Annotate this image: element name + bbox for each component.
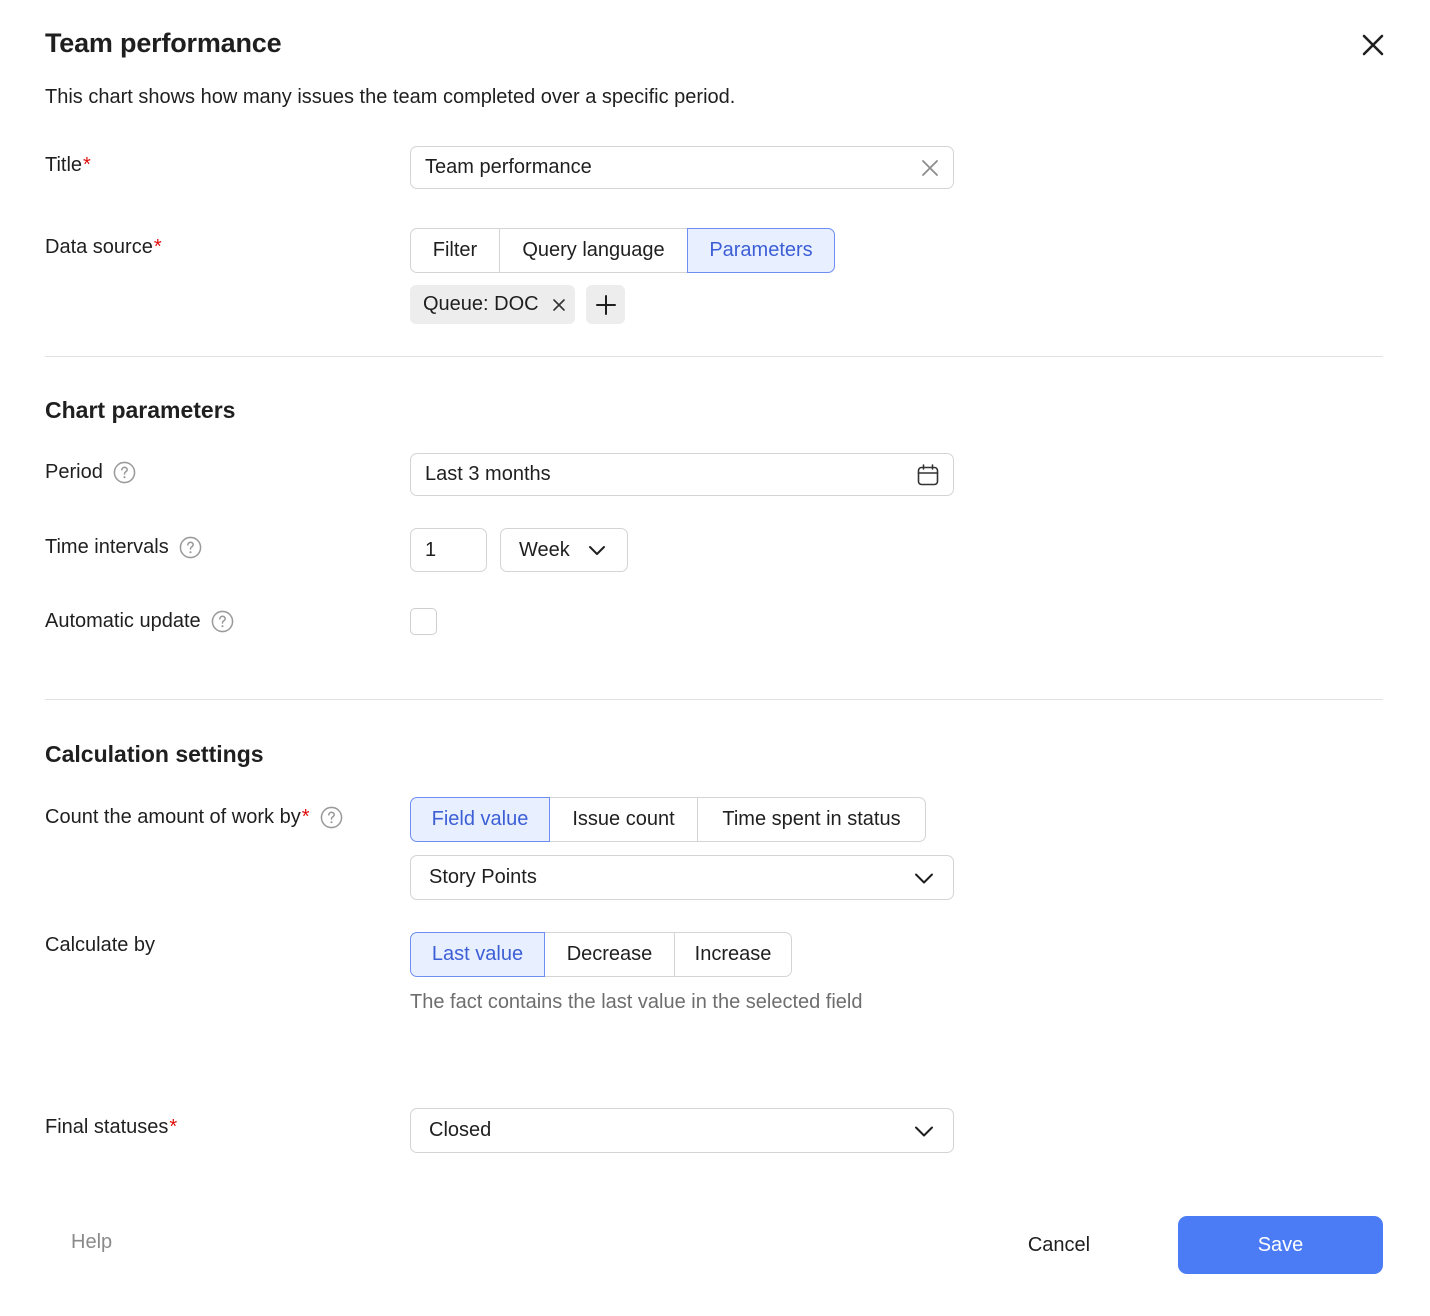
section-divider — [45, 356, 1383, 357]
automatic-update-label-text: Automatic update — [45, 610, 201, 632]
chevron-down-icon — [915, 873, 933, 883]
help-icon[interactable] — [211, 610, 234, 633]
calculate-by-label-text: Calculate by — [45, 934, 156, 956]
title-input-value: Team performance — [425, 156, 592, 178]
final-statuses-value: Closed — [429, 1119, 492, 1141]
title-input[interactable]: Team performance — [410, 146, 954, 189]
chevron-down-icon — [589, 546, 605, 555]
interval-count-value: 1 — [425, 538, 437, 561]
required-mark: * — [301, 806, 310, 828]
clear-icon[interactable] — [921, 159, 939, 177]
calculate-by-options: Last value Decrease Increase — [410, 932, 792, 977]
close-button[interactable] — [1358, 30, 1388, 60]
option-increase[interactable]: Increase — [674, 932, 792, 977]
option-time-spent-in-status[interactable]: Time spent in status — [697, 797, 926, 842]
chart-parameters-heading: Chart parameters — [45, 397, 236, 423]
data-source-tabs: Filter Query language Parameters — [410, 228, 835, 273]
count-by-label: Count the amount of work by * — [45, 806, 343, 829]
interval-count-input[interactable]: 1 — [410, 528, 487, 572]
time-intervals-label-text: Time intervals — [45, 536, 169, 558]
section-divider — [45, 699, 1383, 700]
data-source-label-text: Data source — [45, 236, 153, 258]
calculation-settings-heading: Calculation settings — [45, 741, 264, 767]
help-icon[interactable] — [179, 536, 202, 559]
dialog-description: This chart shows how many issues the tea… — [45, 86, 736, 108]
period-input[interactable]: Last 3 months — [410, 453, 954, 496]
remove-chip-icon[interactable] — [551, 297, 567, 313]
automatic-update-checkbox[interactable] — [410, 608, 437, 635]
help-icon[interactable] — [320, 806, 343, 829]
queue-chip-label: Queue: DOC — [423, 293, 539, 315]
interval-unit-select[interactable]: Week — [500, 528, 628, 572]
period-value: Last 3 months — [425, 463, 551, 485]
final-statuses-select[interactable]: Closed — [410, 1108, 954, 1153]
chevron-down-icon — [915, 1126, 933, 1136]
automatic-update-label: Automatic update — [45, 610, 234, 633]
option-last-value[interactable]: Last value — [410, 932, 545, 977]
title-label: Title * — [45, 154, 91, 177]
option-field-value[interactable]: Field value — [410, 797, 550, 842]
close-icon — [1362, 34, 1384, 56]
calculate-by-label: Calculate by — [45, 934, 155, 957]
help-icon[interactable] — [113, 461, 136, 484]
calculate-by-hint: The fact contains the last value in the … — [410, 991, 863, 1013]
plus-icon — [595, 294, 616, 315]
field-select-value: Story Points — [429, 866, 537, 888]
required-mark: * — [153, 236, 162, 258]
count-by-options: Field value Issue count Time spent in st… — [410, 797, 926, 842]
save-button[interactable]: Save — [1178, 1216, 1383, 1274]
option-issue-count[interactable]: Issue count — [549, 797, 698, 842]
period-label-text: Period — [45, 461, 103, 483]
calendar-icon[interactable] — [917, 463, 939, 486]
option-decrease[interactable]: Decrease — [544, 932, 675, 977]
field-select[interactable]: Story Points — [410, 855, 954, 900]
required-mark: * — [83, 154, 91, 176]
data-source-label: Data source * — [45, 236, 162, 259]
tab-filter[interactable]: Filter — [410, 228, 500, 273]
title-label-text: Title — [45, 154, 83, 176]
final-statuses-label-text: Final statuses — [45, 1116, 169, 1138]
cancel-button[interactable]: Cancel — [1000, 1216, 1118, 1274]
queue-chip[interactable]: Queue: DOC — [410, 285, 575, 324]
tab-parameters[interactable]: Parameters — [687, 228, 835, 273]
dialog-title: Team performance — [45, 28, 282, 58]
required-mark: * — [169, 1116, 178, 1138]
period-label: Period — [45, 461, 136, 484]
tab-query-language[interactable]: Query language — [499, 228, 688, 273]
add-parameter-button[interactable] — [586, 285, 625, 324]
interval-unit-value: Week — [519, 538, 570, 561]
time-intervals-label: Time intervals — [45, 536, 202, 559]
help-link[interactable]: Help — [71, 1231, 112, 1254]
final-statuses-label: Final statuses * — [45, 1116, 177, 1139]
count-by-label-text: Count the amount of work by — [45, 806, 301, 828]
